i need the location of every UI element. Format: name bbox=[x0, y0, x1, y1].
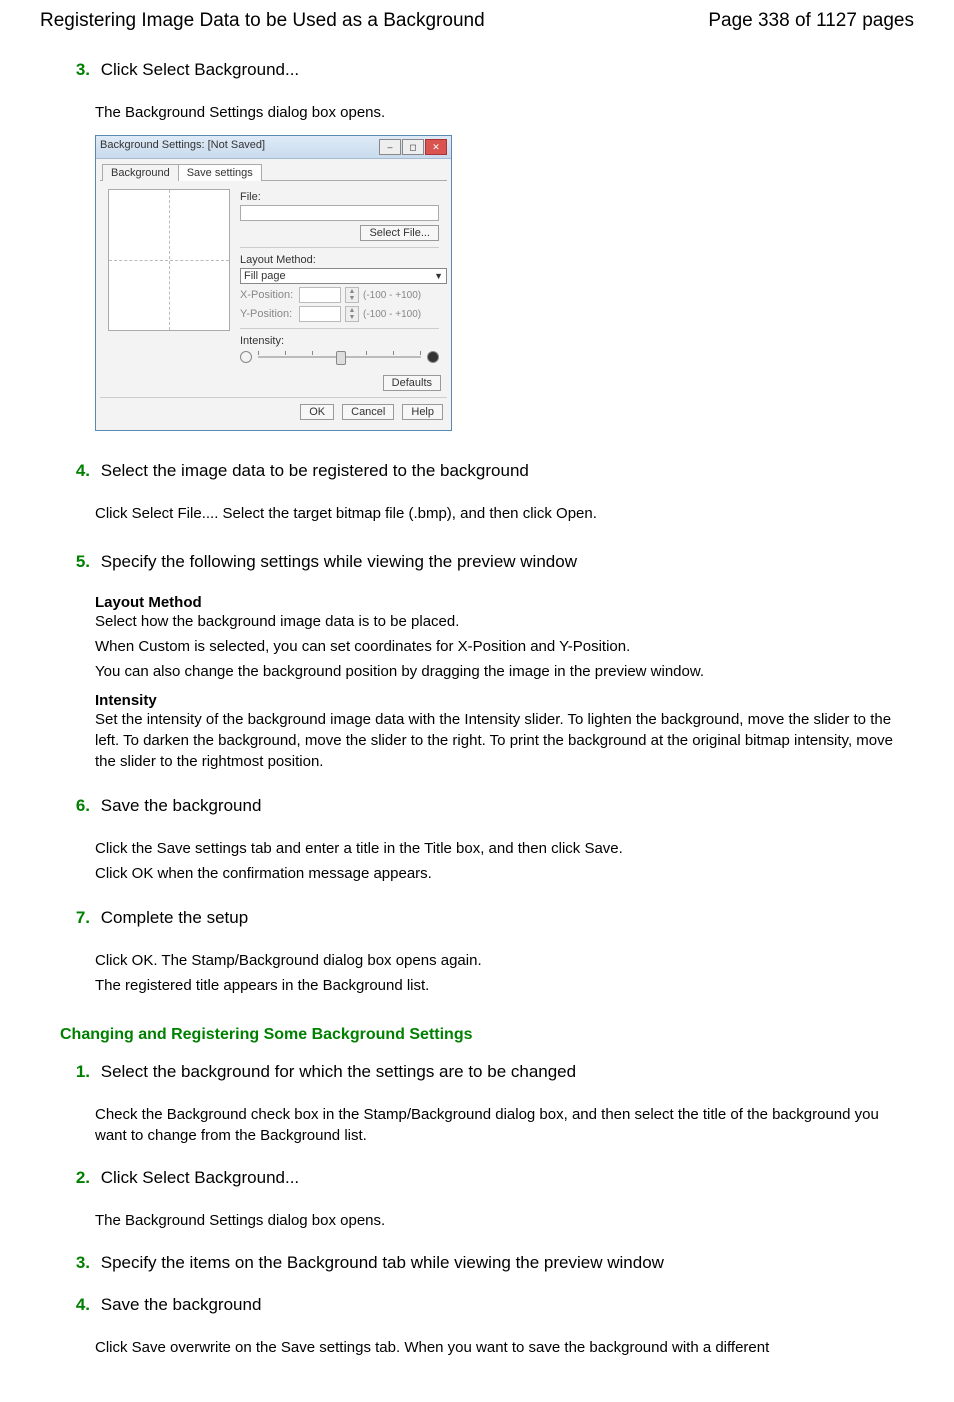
step-num: 4. bbox=[68, 1295, 90, 1315]
step-heading: Click Select Background... bbox=[101, 1168, 299, 1187]
cancel-button[interactable]: Cancel bbox=[342, 404, 394, 420]
step-text: Select how the background image data is … bbox=[95, 611, 914, 632]
step-heading: Save the background bbox=[101, 796, 262, 815]
intensity-slider[interactable] bbox=[240, 351, 439, 363]
step-num: 7. bbox=[68, 908, 90, 928]
tab-background[interactable]: Background bbox=[102, 164, 179, 181]
step-heading: Specify the items on the Background tab … bbox=[101, 1253, 664, 1272]
x-position-input[interactable] bbox=[299, 287, 341, 303]
layout-method-select[interactable]: Fill page▼ bbox=[240, 268, 447, 284]
maximize-icon[interactable]: ◻ bbox=[402, 139, 424, 155]
range-text: (-100 - +100) bbox=[363, 290, 421, 301]
intensity-label: Intensity: bbox=[240, 335, 439, 347]
step-num: 4. bbox=[68, 461, 90, 481]
step-heading: Complete the setup bbox=[101, 908, 248, 927]
help-button[interactable]: Help bbox=[402, 404, 443, 420]
file-label: File: bbox=[240, 191, 439, 203]
step-num: 6. bbox=[68, 796, 90, 816]
ok-button[interactable]: OK bbox=[300, 404, 334, 420]
step-heading: Click Select Background... bbox=[101, 60, 299, 79]
file-input[interactable] bbox=[240, 205, 439, 221]
layout-method-label: Layout Method: bbox=[240, 254, 439, 266]
sub-heading: Layout Method bbox=[95, 594, 914, 611]
step-text: Click the Save settings tab and enter a … bbox=[95, 838, 914, 859]
step-num: 3. bbox=[68, 60, 90, 80]
page-title: Registering Image Data to be Used as a B… bbox=[40, 10, 485, 32]
minimize-icon[interactable]: – bbox=[379, 139, 401, 155]
step-heading: Select the background for which the sett… bbox=[101, 1062, 576, 1081]
range-text: (-100 - +100) bbox=[363, 309, 421, 320]
dark-icon bbox=[427, 351, 439, 363]
step-text: The registered title appears in the Back… bbox=[95, 975, 914, 996]
step-num: 3. bbox=[68, 1253, 90, 1273]
background-settings-dialog: Background Settings: [Not Saved] – ◻ ✕ B… bbox=[95, 135, 452, 431]
spinner-icon[interactable]: ▲▼ bbox=[345, 306, 359, 322]
step-heading: Save the background bbox=[101, 1295, 262, 1314]
tab-save-settings[interactable]: Save settings bbox=[178, 164, 262, 181]
step-heading: Select the image data to be registered t… bbox=[101, 461, 529, 480]
slider-thumb[interactable] bbox=[336, 351, 346, 365]
chevron-down-icon: ▼ bbox=[434, 271, 443, 281]
step-heading: Specify the following settings while vie… bbox=[101, 552, 577, 571]
spinner-icon[interactable]: ▲▼ bbox=[345, 287, 359, 303]
step-num: 2. bbox=[68, 1168, 90, 1188]
step-text: The Background Settings dialog box opens… bbox=[95, 1210, 914, 1231]
step-num: 5. bbox=[68, 552, 90, 572]
step-text: You can also change the background posit… bbox=[95, 661, 914, 682]
dialog-title: Background Settings: [Not Saved] bbox=[100, 139, 265, 155]
section-heading: Changing and Registering Some Background… bbox=[60, 1026, 914, 1044]
step-text: Click Save overwrite on the Save setting… bbox=[95, 1337, 914, 1358]
step-text: Set the intensity of the background imag… bbox=[95, 709, 914, 772]
light-icon bbox=[240, 351, 252, 363]
step-text: The Background Settings dialog box opens… bbox=[95, 102, 914, 123]
y-position-label: Y-Position: bbox=[240, 308, 295, 320]
step-text: Click OK. The Stamp/Background dialog bo… bbox=[95, 950, 914, 971]
preview-area[interactable] bbox=[108, 189, 230, 331]
step-text: Check the Background check box in the St… bbox=[95, 1104, 914, 1146]
y-position-input[interactable] bbox=[299, 306, 341, 322]
step-num: 1. bbox=[68, 1062, 90, 1082]
defaults-button[interactable]: Defaults bbox=[383, 375, 441, 391]
close-icon[interactable]: ✕ bbox=[425, 139, 447, 155]
step-text: Click OK when the confirmation message a… bbox=[95, 863, 914, 884]
page-number: Page 338 of 1127 pages bbox=[708, 10, 914, 32]
step-text: Click Select File.... Select the target … bbox=[95, 503, 914, 524]
select-file-button[interactable]: Select File... bbox=[360, 225, 439, 241]
x-position-label: X-Position: bbox=[240, 289, 295, 301]
step-text: When Custom is selected, you can set coo… bbox=[95, 636, 914, 657]
sub-heading: Intensity bbox=[95, 692, 914, 709]
